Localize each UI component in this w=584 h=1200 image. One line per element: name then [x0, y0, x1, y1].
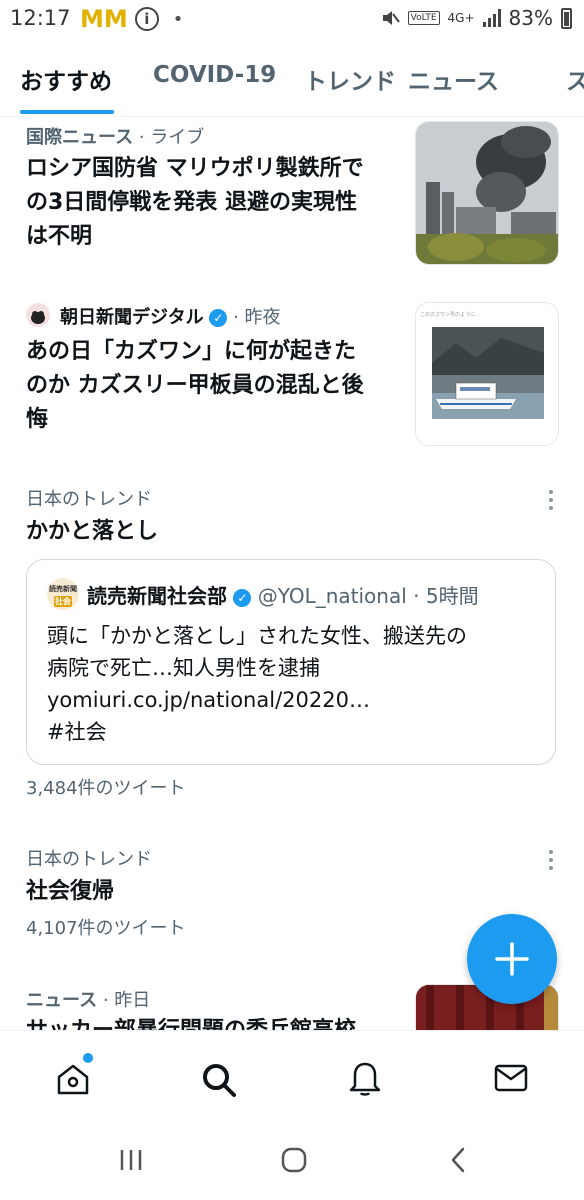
bell-icon — [349, 1062, 381, 1096]
news-time: · 昨夜 — [227, 307, 281, 328]
bottom-navigation — [0, 1030, 584, 1123]
news-source: ニュース — [26, 990, 98, 1011]
tab-trending[interactable]: トレンド — [304, 62, 396, 96]
quote-handle: @YOL_national — [257, 584, 407, 608]
notification-dot-icon — [83, 1053, 93, 1063]
explore-tabs: おすすめ COVID-19 トレンド ニュース ス — [0, 44, 584, 117]
mute-icon — [382, 11, 400, 25]
compose-tweet-button[interactable] — [467, 914, 557, 1004]
home-icon — [57, 1064, 89, 1095]
news-source: 朝日新聞デジタル — [60, 307, 204, 328]
quote-hashtag[interactable]: #社会 — [47, 716, 467, 748]
status-bar: 12:17 MM i • VoLTE 4G+ 83% — [0, 0, 584, 40]
nav-notifications[interactable] — [347, 1059, 383, 1101]
quote-body: 頭に「かかと落とし」された女性、搬送先の 病院で死亡…知人男性を逮捕 yomiu… — [47, 620, 467, 748]
quote-time: · 5時間 — [406, 584, 479, 608]
headline-line: ロシア国防省 マリウポリ製鉄所で — [26, 156, 364, 181]
network-type: 4G+ — [447, 11, 475, 25]
quoted-tweet-card[interactable]: 読売新聞 社会 読売新聞社会部 ✓ @YOL_national · 5時間 頭に… — [26, 559, 556, 765]
news-meta: 国際ニュース · ライブ — [26, 123, 204, 149]
headline-line: は不明 — [26, 224, 93, 249]
news-time: · 昨日 — [97, 990, 151, 1011]
status-time: 12:17 — [10, 6, 71, 30]
news-thumbnail-smoke — [415, 121, 559, 265]
yomiuri-avatar: 読売新聞 社会 — [47, 578, 79, 610]
back-icon — [451, 1147, 465, 1173]
news-meta: 朝日新聞デジタル ✓ · 昨夜 — [60, 303, 281, 329]
headline-line: あの日「カズワン」に何が起きた — [26, 339, 357, 364]
news-headline: ロシア国防省 マリウポリ製鉄所で の3日間停戦を発表 退避の実現性 は不明 — [26, 152, 396, 254]
tab-sports[interactable]: ス — [566, 62, 584, 96]
recents-button[interactable] — [118, 1148, 144, 1176]
boat-photo-icon — [432, 327, 544, 419]
trend-context: 日本のトレンド — [26, 489, 152, 510]
back-button[interactable] — [448, 1146, 468, 1178]
news-item[interactable]: 朝日新聞デジタル ✓ · 昨夜 あの日「カズワン」に何が起きた のか カズスリー… — [0, 296, 584, 456]
avatar-text-bottom: 社会 — [54, 596, 72, 607]
smoke-photo-icon — [416, 122, 558, 264]
headline-line: 悔 — [26, 407, 49, 432]
avatar-text-top: 読売新聞 — [49, 585, 77, 593]
news-item[interactable]: 国際ニュース · ライブ ロシア国防省 マリウポリ製鉄所で の3日間停戦を発表 … — [0, 118, 584, 278]
trend-title: かかと落とし — [26, 519, 159, 544]
tweet-count: 4,107件のツイート — [26, 918, 186, 939]
tab-news[interactable]: ニュース — [408, 62, 499, 96]
verified-badge-icon: ✓ — [209, 309, 228, 327]
volte-icon: VoLTE — [407, 11, 440, 25]
home-button[interactable] — [280, 1146, 308, 1178]
mail-icon — [494, 1064, 528, 1092]
verified-badge-icon: ✓ — [233, 588, 252, 607]
trend-title: 社会復帰 — [26, 879, 115, 904]
news-headline: サッカー部暴行問題の委兵館高校 — [26, 1014, 396, 1030]
quote-header: 読売新聞社会部 ✓ @YOL_national · 5時間 — [87, 580, 479, 609]
tab-for-you[interactable]: おすすめ — [20, 62, 112, 96]
headline-line: の3日間停戦を発表 退避の実現性 — [26, 190, 357, 215]
signal-icon — [482, 9, 501, 27]
trend-context: 日本のトレンド — [26, 849, 152, 870]
active-tab-indicator — [20, 110, 114, 114]
search-icon — [203, 1064, 236, 1097]
news-thumbnail-boat: このカズワン号のように... — [415, 302, 559, 446]
battery-percent: 83% — [508, 6, 553, 30]
recents-icon — [120, 1150, 142, 1170]
more-options-icon[interactable] — [549, 490, 553, 510]
plus-icon — [495, 942, 529, 976]
headline-line: のか カズスリー甲板員の混乱と後 — [26, 373, 364, 398]
nav-home[interactable] — [55, 1053, 93, 1101]
quote-author-name: 読売新聞社会部 — [87, 584, 227, 608]
news-source: 国際ニュース — [26, 127, 134, 148]
status-notifications: MM i • — [80, 5, 183, 33]
news-headline: あの日「カズワン」に何が起きた のか カズスリー甲板員の混乱と後 悔 — [26, 335, 396, 437]
info-icon: i — [134, 7, 159, 31]
news-time: · ライブ — [133, 127, 205, 148]
mcdonalds-icon: MM — [80, 5, 128, 33]
more-options-icon[interactable] — [549, 850, 553, 870]
nav-messages[interactable] — [494, 1063, 528, 1097]
nav-search[interactable] — [200, 1061, 238, 1103]
news-meta: ニュース · 昨日 — [26, 986, 150, 1012]
asahi-avatar — [26, 303, 50, 327]
more-notifications-dot-icon: • — [172, 8, 184, 30]
quote-link[interactable]: yomiuri.co.jp/national/20220… — [47, 684, 467, 716]
battery-icon — [561, 7, 572, 29]
tweet-count: 3,484件のツイート — [26, 778, 186, 799]
quote-line: 病院で死亡…知人男性を逮捕 — [47, 656, 320, 680]
status-system-icons: VoLTE 4G+ 83% — [380, 6, 572, 30]
tab-covid19[interactable]: COVID-19 — [153, 62, 276, 88]
home-circle-icon — [281, 1147, 307, 1173]
system-navigation — [0, 1122, 584, 1200]
quote-line: 頭に「かかと落とし」された女性、搬送先の — [47, 624, 467, 648]
asahi-logo-icon — [31, 311, 45, 324]
